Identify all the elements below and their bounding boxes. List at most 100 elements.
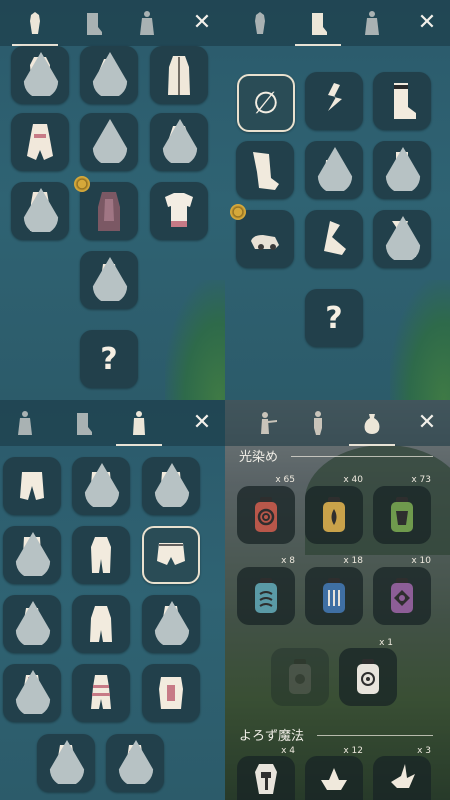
tab-outfit[interactable]	[243, 6, 277, 40]
no-shoes-button[interactable]: ∅	[237, 74, 295, 132]
dye-item[interactable]	[305, 486, 363, 544]
magic-item[interactable]	[373, 756, 431, 800]
item-count: x 3	[417, 746, 431, 756]
pants-item[interactable]	[142, 595, 200, 653]
mary-jane-icon	[251, 235, 279, 250]
grass-decoration	[390, 280, 450, 400]
dye-item[interactable]	[373, 486, 431, 544]
item-count: x 8	[281, 556, 295, 566]
magic-item[interactable]	[305, 756, 363, 800]
shoe-item[interactable]	[373, 210, 431, 268]
bloomers-icon	[157, 543, 185, 565]
item-count: x 10	[411, 556, 431, 566]
outfit-item[interactable]	[11, 113, 69, 171]
question-mark-icon: ?	[100, 341, 118, 377]
item-count: x 1	[379, 638, 393, 648]
tab-outfit[interactable]	[116, 406, 162, 446]
purple-dye-jar-icon	[391, 578, 413, 613]
outfit-icon	[255, 12, 265, 34]
close-button[interactable]: ✕	[189, 410, 215, 436]
outfit-item[interactable]	[80, 113, 138, 171]
green-dye-jar-icon	[391, 497, 413, 532]
tab-cape[interactable]	[8, 406, 42, 440]
blue-dye-jar-icon	[323, 578, 345, 613]
question-mark-icon: ?	[325, 300, 343, 336]
section-divider	[291, 456, 433, 457]
harem-outfit-icon	[27, 124, 53, 160]
magic-section-label: よろず魔法	[239, 729, 305, 744]
standing-figure-icon	[314, 411, 322, 435]
magic-item[interactable]	[237, 756, 295, 800]
tab-items[interactable]	[349, 406, 395, 446]
pants-item[interactable]	[72, 595, 130, 653]
cape-figure-icon	[140, 11, 154, 35]
tab-shoes[interactable]	[66, 406, 100, 440]
tshirt-outfit-icon	[165, 193, 193, 227]
tab-cape[interactable]	[130, 6, 164, 40]
dye-drop-icon	[154, 601, 190, 645]
item-count: x 12	[343, 746, 363, 756]
outfit-item[interactable]	[11, 46, 69, 104]
unknown-item-button[interactable]: ?	[80, 330, 138, 388]
dye-drop-icon	[385, 147, 421, 191]
dye-drop-icon	[49, 740, 85, 784]
tab-shoes[interactable]	[76, 6, 110, 40]
pants-item-selected[interactable]	[142, 526, 200, 584]
grass-decoration	[165, 280, 225, 400]
dye-drop-icon	[317, 147, 353, 191]
dye-item[interactable]	[237, 567, 295, 625]
dye-item[interactable]	[237, 486, 295, 544]
tab-stance[interactable]	[301, 406, 335, 440]
brown-cloak-icon	[98, 192, 120, 231]
item-count: x 40	[343, 475, 363, 485]
dyes-section-label: 光染め	[239, 450, 279, 465]
shoe-item[interactable]	[305, 210, 363, 268]
pants-item[interactable]	[3, 526, 61, 584]
dye-item[interactable]	[373, 567, 431, 625]
item-count: x 18	[343, 556, 363, 566]
tab-shoes[interactable]	[295, 6, 341, 46]
pants-item[interactable]	[3, 664, 61, 722]
outfit-item[interactable]	[74, 176, 138, 240]
shoe-item[interactable]	[373, 141, 431, 199]
pants-item[interactable]	[72, 664, 130, 722]
outfit-item[interactable]	[80, 46, 138, 104]
close-button[interactable]: ✕	[414, 10, 440, 36]
cyan-dye-jar-icon	[255, 578, 277, 613]
shoe-item[interactable]	[230, 204, 294, 268]
outfit-item[interactable]	[80, 251, 138, 309]
tab-cape[interactable]	[355, 6, 389, 40]
outfit-item[interactable]	[150, 46, 208, 104]
tab-emote[interactable]	[251, 406, 285, 440]
outfit-item[interactable]	[11, 182, 69, 240]
category-tabbar: ✕	[225, 400, 450, 446]
close-button[interactable]: ✕	[189, 10, 215, 36]
pants-item[interactable]	[142, 664, 200, 722]
season-gear-icon	[230, 204, 246, 220]
tab-outfit[interactable]	[12, 6, 58, 46]
dye-item[interactable]	[305, 567, 363, 625]
shoe-item[interactable]	[305, 141, 363, 199]
pants-item[interactable]	[106, 734, 164, 792]
shoe-item[interactable]	[373, 72, 431, 130]
close-button[interactable]: ✕	[414, 410, 440, 436]
cape-figure-icon	[18, 411, 32, 435]
pants-item[interactable]	[3, 595, 61, 653]
boots-icon	[87, 13, 102, 35]
shoe-item[interactable]	[236, 141, 294, 199]
pants-item[interactable]	[142, 457, 200, 515]
pants-item[interactable]	[3, 457, 61, 515]
pants-item[interactable]	[72, 457, 130, 515]
dye-item[interactable]	[271, 648, 329, 706]
dye-item[interactable]	[339, 648, 397, 706]
item-count: x 73	[411, 475, 431, 485]
shoe-item[interactable]	[305, 72, 363, 130]
outfit-item[interactable]	[150, 113, 208, 171]
unknown-item-button[interactable]: ?	[305, 289, 363, 347]
pants-item[interactable]	[37, 734, 95, 792]
outfit-item[interactable]	[150, 182, 208, 240]
boots-icon	[77, 413, 92, 435]
dye-drop-icon	[84, 463, 120, 507]
pants-item[interactable]	[72, 526, 130, 584]
outfit-icon	[133, 411, 145, 435]
